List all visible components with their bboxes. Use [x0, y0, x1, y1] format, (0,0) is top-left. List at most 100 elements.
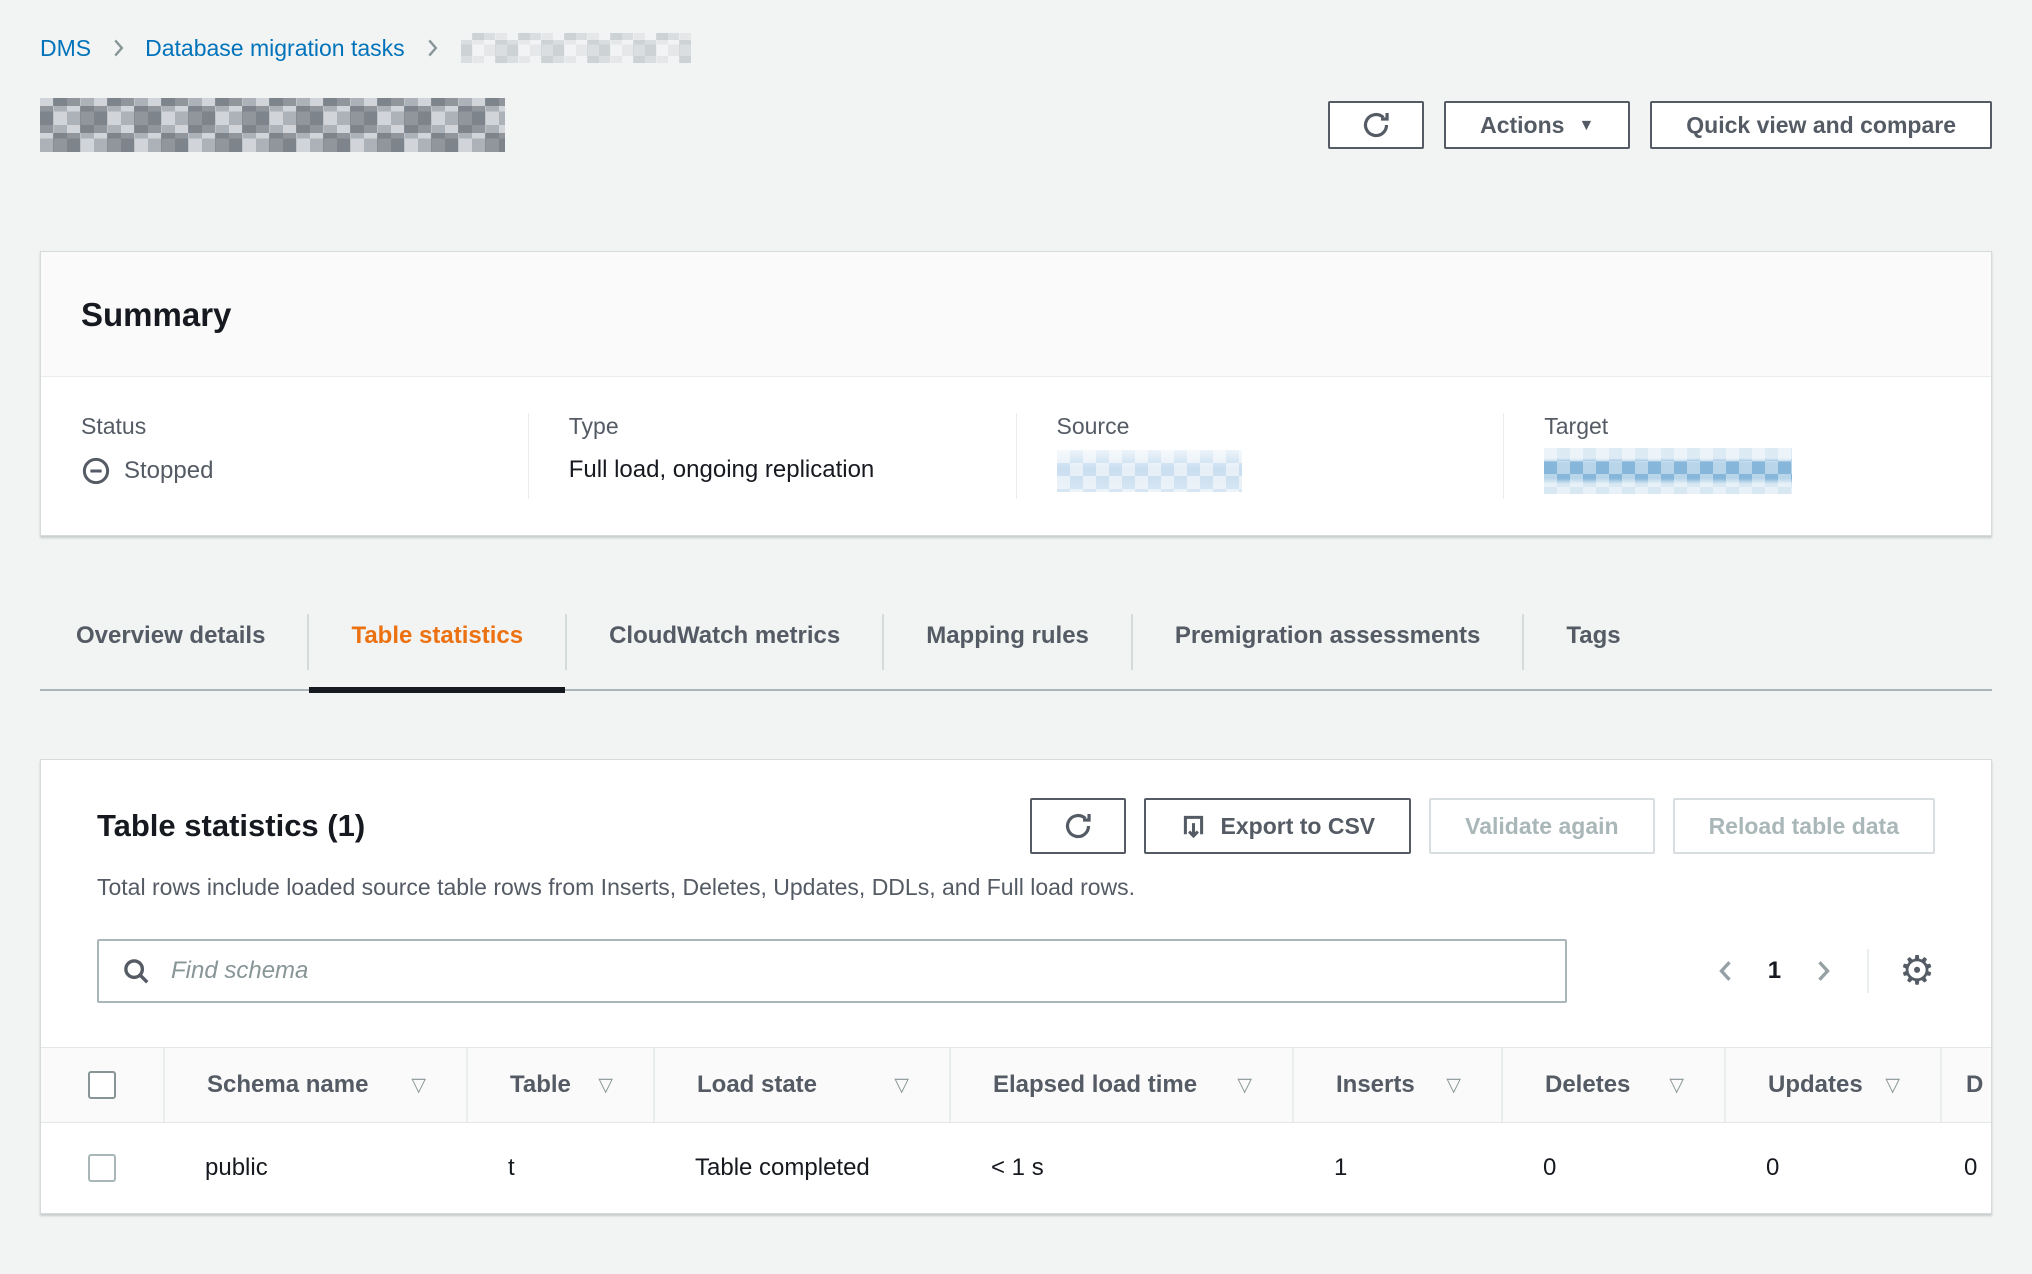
table-toolbar: 1 ⚙: [41, 901, 1991, 1003]
sort-icon[interactable]: ▽: [1669, 1074, 1684, 1097]
cell-load-state: Table completed: [653, 1123, 949, 1213]
pager-divider: [1867, 949, 1869, 993]
tab-label: Mapping rules: [926, 622, 1089, 649]
download-icon: [1180, 813, 1207, 840]
tab-overview-details[interactable]: Overview details: [40, 621, 307, 689]
sort-icon[interactable]: ▽: [1446, 1074, 1461, 1097]
current-page-number[interactable]: 1: [1764, 957, 1785, 985]
tab-label: Premigration assessments: [1175, 622, 1480, 649]
refresh-button[interactable]: [1328, 101, 1424, 149]
tab-label: Overview details: [76, 622, 265, 649]
caret-down-icon: ▼: [1578, 118, 1594, 134]
column-label: Table: [510, 1071, 571, 1099]
summary-field-target: Target: [1503, 413, 1991, 499]
dms-task-page: DMS Database migration tasks Actions ▼ Q…: [0, 0, 2032, 1274]
tab-mapping-rules[interactable]: Mapping rules: [884, 621, 1131, 689]
type-label: Type: [569, 413, 976, 440]
ddls-value: 0: [1964, 1154, 1977, 1182]
cell-schema-name: public: [163, 1123, 466, 1213]
cell-deletes: 0: [1501, 1123, 1724, 1213]
column-label: D: [1966, 1071, 1983, 1099]
task-detail-tabs: Overview details Table statistics CloudW…: [40, 621, 1992, 691]
updates-value: 0: [1766, 1154, 1779, 1182]
breadcrumb-link-tasks[interactable]: Database migration tasks: [145, 35, 405, 62]
table-value: t: [508, 1154, 515, 1182]
stopped-status-icon: [81, 456, 111, 486]
summary-title: Summary: [81, 296, 231, 333]
summary-field-status: Status Stopped: [41, 413, 528, 499]
summary-panel: Summary Status Stopped Type Full load, o…: [40, 251, 1992, 536]
column-header-deletes[interactable]: Deletes ▽: [1501, 1048, 1724, 1122]
quick-view-compare-button[interactable]: Quick view and compare: [1650, 101, 1992, 149]
source-endpoint-link-redacted[interactable]: [1057, 450, 1242, 492]
table-statistics-table: Schema name ▽ Table ▽ Load state ▽ Elaps…: [41, 1047, 1991, 1213]
tab-tags[interactable]: Tags: [1524, 621, 1662, 689]
sort-icon[interactable]: ▽: [411, 1074, 426, 1097]
breadcrumb-link-dms[interactable]: DMS: [40, 35, 91, 62]
column-label: Inserts: [1336, 1071, 1415, 1099]
cell-updates: 0: [1724, 1123, 1940, 1213]
column-label: Deletes: [1545, 1071, 1630, 1099]
refresh-icon: [1063, 811, 1093, 841]
schema-name-value: public: [205, 1154, 268, 1182]
tab-label: Table statistics: [351, 622, 523, 649]
cell-elapsed-load-time: < 1 s: [949, 1123, 1292, 1213]
schema-search: [97, 939, 1567, 1003]
summary-field-source: Source: [1016, 413, 1504, 499]
find-schema-input[interactable]: [97, 939, 1567, 1003]
cell-table: t: [466, 1123, 653, 1213]
chevron-right-icon: [107, 37, 129, 59]
validate-again-label: Validate again: [1465, 813, 1618, 840]
tab-label: CloudWatch metrics: [609, 622, 840, 649]
sort-icon[interactable]: ▽: [598, 1074, 613, 1097]
search-icon: [121, 956, 151, 986]
row-checkbox-cell: [41, 1123, 163, 1213]
tab-cloudwatch-metrics[interactable]: CloudWatch metrics: [567, 621, 882, 689]
column-label: Schema name: [207, 1071, 368, 1099]
column-header-load-state[interactable]: Load state ▽: [653, 1048, 949, 1122]
summary-body: Status Stopped Type Full load, ongoing r…: [41, 377, 1991, 535]
cell-inserts: 1: [1292, 1123, 1501, 1213]
export-csv-button[interactable]: Export to CSV: [1144, 798, 1412, 854]
previous-page-icon[interactable]: [1712, 957, 1740, 985]
table-panel-header: Table statistics (1) Export to CSV Valid…: [41, 760, 1991, 854]
type-value: Full load, ongoing replication: [569, 456, 976, 484]
reload-table-data-button[interactable]: Reload table data: [1673, 798, 1935, 854]
next-page-icon[interactable]: [1809, 957, 1837, 985]
column-label: Elapsed load time: [993, 1071, 1197, 1099]
row-checkbox[interactable]: [88, 1154, 116, 1182]
sort-icon[interactable]: ▽: [1237, 1074, 1252, 1097]
table-statistics-title: Table statistics (1): [97, 808, 365, 844]
deletes-value: 0: [1543, 1154, 1556, 1182]
actions-button[interactable]: Actions ▼: [1444, 101, 1630, 149]
select-all-checkbox[interactable]: [88, 1071, 116, 1099]
column-label: Updates: [1768, 1071, 1863, 1099]
summary-panel-header: Summary: [41, 252, 1991, 377]
column-header-table[interactable]: Table ▽: [466, 1048, 653, 1122]
actions-button-label: Actions: [1480, 112, 1564, 139]
summary-field-type: Type Full load, ongoing replication: [528, 413, 1016, 499]
column-label: Load state: [697, 1071, 817, 1099]
table-row: public t Table completed < 1 s 1 0 0 0: [41, 1123, 1991, 1213]
validate-again-button[interactable]: Validate again: [1429, 798, 1654, 854]
column-header-updates[interactable]: Updates ▽: [1724, 1048, 1940, 1122]
target-endpoint-link-redacted[interactable]: [1544, 448, 1792, 494]
pagination: 1 ⚙: [1712, 949, 1935, 993]
status-value: Stopped: [81, 456, 488, 486]
sort-icon[interactable]: ▽: [894, 1074, 909, 1097]
header-checkbox-cell: [41, 1048, 163, 1122]
column-header-schema-name[interactable]: Schema name ▽: [163, 1048, 466, 1122]
tab-premigration-assessments[interactable]: Premigration assessments: [1133, 621, 1522, 689]
table-refresh-button[interactable]: [1030, 798, 1126, 854]
tab-table-statistics[interactable]: Table statistics: [309, 621, 565, 689]
column-header-ddls-clipped[interactable]: D: [1940, 1048, 1991, 1122]
table-statistics-panel: Table statistics (1) Export to CSV Valid…: [40, 759, 1992, 1214]
column-header-elapsed-load-time[interactable]: Elapsed load time ▽: [949, 1048, 1292, 1122]
table-statistics-description: Total rows include loaded source table r…: [41, 854, 1991, 901]
sort-icon[interactable]: ▽: [1885, 1074, 1900, 1097]
column-header-inserts[interactable]: Inserts ▽: [1292, 1048, 1501, 1122]
table-settings-gear-icon[interactable]: ⚙: [1899, 951, 1935, 991]
breadcrumb-current-redacted: [461, 33, 691, 63]
source-label: Source: [1057, 413, 1464, 440]
table-header-row: Schema name ▽ Table ▽ Load state ▽ Elaps…: [41, 1048, 1991, 1123]
